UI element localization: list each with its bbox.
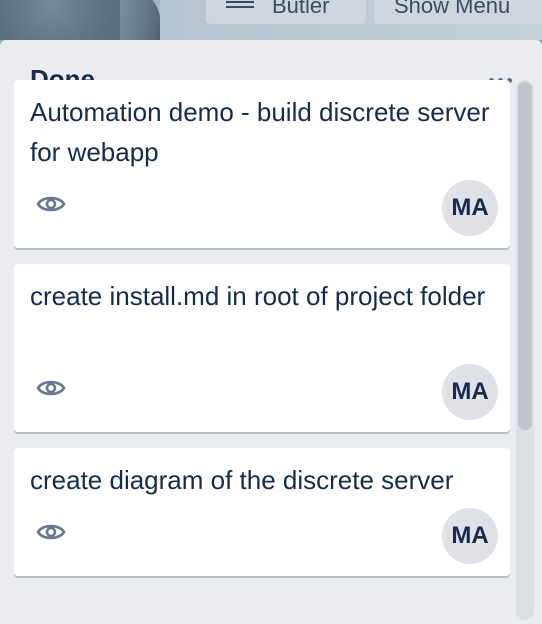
eye-icon (36, 524, 66, 540)
eye-icon (36, 380, 66, 396)
card-title: create diagram of the discrete server (30, 465, 454, 495)
butler-button[interactable]: Butler (206, 0, 366, 24)
card-title: Automation demo - build discrete server … (30, 97, 490, 167)
butler-icon (226, 6, 254, 8)
card[interactable]: create diagram of the discrete server MA (14, 448, 510, 576)
show-menu-button-label: Show Menu (394, 0, 511, 18)
avatar[interactable]: MA (442, 364, 498, 420)
card-title: create install.md in root of project fol… (30, 281, 486, 311)
show-menu-button[interactable]: Show Menu (374, 0, 542, 24)
card[interactable]: create install.md in root of project fol… (14, 264, 510, 432)
avatar[interactable]: MA (442, 508, 498, 564)
background-image-edge (120, 0, 160, 40)
eye-icon (36, 196, 66, 212)
scrollbar-thumb[interactable] (518, 82, 532, 430)
butler-button-label: Butler (272, 0, 330, 18)
avatar[interactable]: MA (442, 180, 498, 236)
card[interactable]: Automation demo - build discrete server … (14, 80, 510, 248)
